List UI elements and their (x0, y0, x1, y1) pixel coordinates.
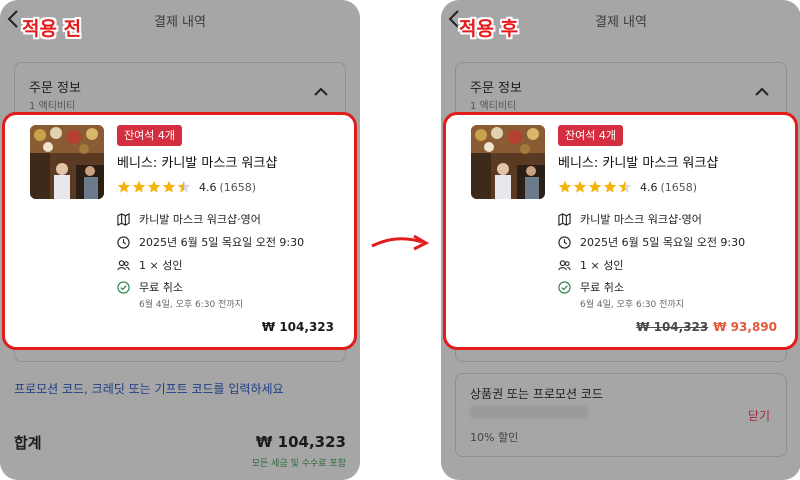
datetime-row: 2025년 6월 5일 목요일 오전 9:30 (558, 234, 745, 250)
datetime-row: 2025년 6월 5일 목요일 오전 9:30 (117, 234, 304, 250)
original-price: ₩ 104,323 (636, 320, 709, 334)
datetime-text: 2025년 6월 5일 목요일 오전 9:30 (580, 236, 746, 249)
order-info-subtitle: 1 액티비티 (29, 101, 76, 112)
option-row: 카니발 마스크 워크샵·영어 (558, 211, 702, 227)
after-label: 적용 후 (459, 18, 519, 40)
order-info-subtitle: 1 액티비티 (470, 101, 517, 112)
total-label: 합계 (14, 434, 42, 452)
phone-after: 결제 내역 적용 후 주문 정보 1 액티비티 잔여석 4개 베니스: 카니발 … (441, 0, 800, 480)
star-icon (603, 180, 617, 193)
cancellation-deadline: 6월 4일, 오후 6:30 전까지 (580, 300, 684, 310)
option-text: 카니발 마스크 워크샵·영어 (580, 213, 702, 226)
star-rating (117, 180, 191, 194)
availability-badge: 잔여석 4개 (558, 125, 623, 146)
star-icon (132, 180, 146, 193)
close-button[interactable]: 닫기 (748, 407, 770, 424)
option-text: 카니발 마스크 워크샵·영어 (139, 213, 261, 226)
availability-badge: 잔여석 4개 (117, 125, 182, 146)
star-rating (558, 180, 632, 194)
review-count: (1658) (660, 180, 698, 194)
cancellation-deadline: 6월 4일, 오후 6:30 전까지 (139, 300, 243, 310)
discounted-price: ₩ 93,890 (713, 320, 777, 334)
people-icon (117, 259, 130, 270)
activity-thumbnail (471, 125, 545, 199)
activity-price: ₩ 104,323 (261, 320, 334, 334)
activity-card: 잔여석 4개 베니스: 카니발 마스크 워크샵 4.6 (1658) 카니발 마… (443, 112, 798, 350)
promo-code-blurred (470, 406, 588, 418)
chevron-up-icon[interactable] (313, 87, 329, 97)
star-icon (588, 180, 602, 193)
option-row: 카니발 마스크 워크샵·영어 (117, 211, 261, 227)
datetime-text: 2025년 6월 5일 목요일 오전 9:30 (139, 236, 305, 249)
total-tax-note: 모든 세금 및 수수료 포함 (251, 459, 346, 469)
star-icon (147, 180, 161, 193)
star-icon (573, 180, 587, 193)
activity-card: 잔여석 4개 베니스: 카니발 마스크 워크샵 4.6 (1658) 카니발 마… (2, 112, 357, 350)
cancellation-row: 무료 취소 (558, 279, 624, 295)
arrow-right-icon (371, 234, 430, 251)
participants-text: 1 × 성인 (580, 259, 624, 272)
activity-title[interactable]: 베니스: 카니발 마스크 워크샵 (558, 152, 718, 171)
phone-before: 결제 내역 적용 전 주문 정보 1 액티비티 잔여석 4개 베니스: 카니발 … (0, 0, 360, 480)
promo-code-title: 상품권 또는 프로모션 코드 (470, 387, 603, 401)
check-circle-icon (558, 280, 571, 294)
rating-value: 4.6 (640, 180, 658, 194)
star-icon (558, 180, 572, 193)
participants-row: 1 × 성인 (117, 257, 182, 273)
order-info-title: 주문 정보 (470, 81, 522, 96)
rating-row: 4.6 (1658) (117, 179, 256, 195)
activity-thumbnail (30, 125, 104, 199)
order-info-title: 주문 정보 (29, 81, 81, 96)
cancellation-text: 무료 취소 (580, 281, 624, 294)
promo-discount-text: 10% 할인 (470, 431, 519, 444)
cancellation-row: 무료 취소 (117, 279, 183, 295)
cancellation-text: 무료 취소 (139, 281, 183, 294)
review-count: (1658) (219, 180, 257, 194)
rating-value: 4.6 (199, 180, 217, 194)
price-row: ₩ 104,323 ₩ 93,890 (636, 320, 777, 334)
star-half-icon (618, 180, 632, 193)
participants-row: 1 × 성인 (558, 257, 623, 273)
total-value: ₩ 104,323 (255, 433, 346, 451)
before-label: 적용 전 (22, 18, 82, 40)
map-icon (117, 212, 130, 226)
clock-icon (117, 235, 130, 249)
participants-text: 1 × 성인 (139, 259, 183, 272)
promo-code-section: 상품권 또는 프로모션 코드 10% 할인 닫기 (455, 373, 787, 457)
clock-icon (558, 235, 571, 249)
star-icon (162, 180, 176, 193)
map-icon (558, 212, 571, 226)
rating-row: 4.6 (1658) (558, 179, 697, 195)
check-circle-icon (117, 280, 130, 294)
activity-title[interactable]: 베니스: 카니발 마스크 워크샵 (117, 152, 277, 171)
chevron-up-icon[interactable] (754, 87, 770, 97)
people-icon (558, 259, 571, 270)
star-half-icon (177, 180, 191, 193)
star-icon (117, 180, 131, 193)
promo-code-link[interactable]: 프로모션 코드, 크레딧 또는 기프트 코드를 입력하세요 (14, 380, 284, 397)
